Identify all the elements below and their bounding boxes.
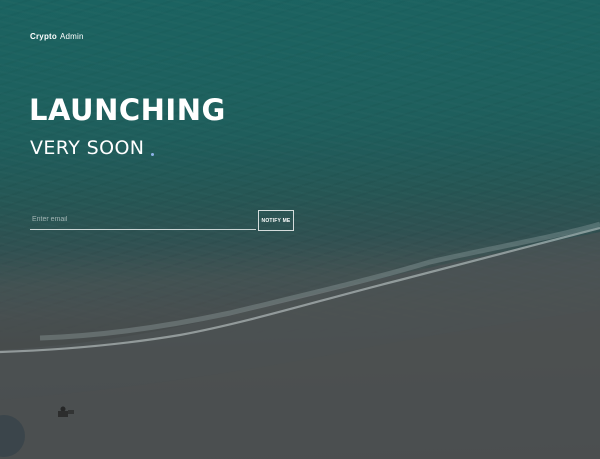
accent-dot [151,153,154,156]
page-title: LAUNCHING [29,93,226,127]
brand-logo[interactable]: Crypto Admin [30,32,84,41]
subscribe-form: NOTIFY ME [30,210,294,231]
brand-name-light: Admin [59,32,84,41]
page-subtitle: VERY SOON [30,137,145,159]
notify-me-button[interactable]: NOTIFY ME [258,210,294,231]
email-input[interactable] [30,210,256,230]
brand-name-bold: Crypto [30,32,57,41]
